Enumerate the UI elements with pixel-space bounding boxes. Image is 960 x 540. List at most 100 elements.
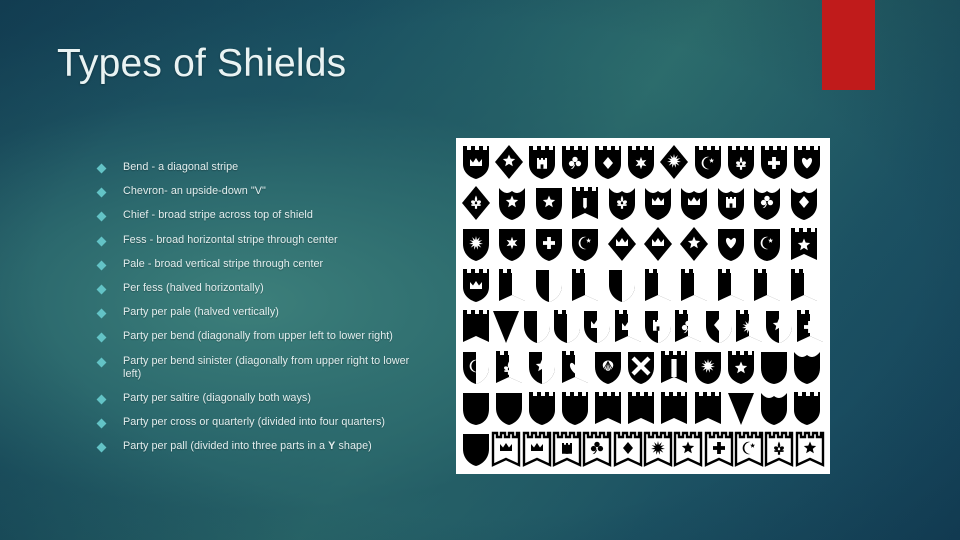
shield-row — [461, 308, 825, 347]
shield-cell — [795, 431, 825, 468]
shield-cell — [552, 308, 582, 345]
diamond-bullet-icon — [96, 418, 107, 429]
bullet-item: Pale - broad vertical stripe through cen… — [94, 258, 430, 271]
shield-silhouette — [793, 392, 820, 425]
bullet-text: Per fess (halved horizontally) — [123, 282, 264, 295]
shield-silhouette — [790, 188, 817, 220]
shield-silhouette — [643, 227, 672, 261]
shield-silhouette — [613, 431, 642, 467]
bullet-item: Chief - broad stripe across top of shiel… — [94, 209, 430, 222]
shield-silhouette — [562, 146, 589, 179]
shield-silhouette — [572, 269, 599, 301]
shield-silhouette — [661, 351, 688, 383]
shield-silhouette — [681, 269, 708, 301]
shield-silhouette — [535, 229, 562, 261]
shield-cell — [716, 267, 752, 304]
bullet-text: Chief - broad stripe across top of shiel… — [123, 209, 313, 222]
shield-cell — [582, 431, 612, 468]
shield-silhouette — [572, 187, 599, 219]
shield-cell — [494, 349, 527, 386]
shield-cell — [693, 349, 726, 386]
bullet-item: Fess - broad horizontal stripe through c… — [94, 234, 430, 247]
shield-silhouette — [754, 229, 781, 261]
shield-silhouette — [595, 392, 622, 424]
shield-silhouette — [463, 310, 489, 342]
diamond-bullet-icon — [96, 236, 107, 247]
shield-silhouette — [734, 431, 764, 467]
shield-cell — [626, 349, 659, 386]
shield-silhouette — [562, 351, 589, 383]
shield-cell — [752, 185, 788, 222]
shield-cell — [527, 144, 560, 181]
shield-silhouette — [717, 269, 744, 301]
shield-silhouette — [522, 431, 551, 467]
shield-silhouette — [661, 392, 688, 424]
shield-silhouette — [572, 229, 599, 261]
shield-silhouette — [796, 310, 823, 342]
shield-silhouette — [608, 188, 635, 220]
shield-silhouette — [674, 431, 703, 467]
shield-silhouette — [628, 392, 655, 424]
shield-cell — [570, 226, 606, 263]
shield-cell — [734, 431, 764, 468]
bullet-item: Party per bend (diagonally from upper le… — [94, 330, 430, 343]
shield-cell — [461, 390, 494, 427]
shield-silhouette — [795, 431, 824, 467]
shield-cell — [752, 226, 788, 263]
shield-cell — [626, 390, 659, 427]
shield-cell — [461, 226, 497, 263]
shield-cell — [792, 349, 825, 386]
shield-cell — [726, 390, 759, 427]
shield-silhouette — [499, 269, 526, 301]
shield-cell — [673, 431, 703, 468]
shield-cell — [679, 267, 715, 304]
shield-silhouette — [553, 310, 580, 343]
shield-cell — [759, 390, 792, 427]
shield-silhouette — [463, 393, 489, 425]
shield-cell — [716, 185, 752, 222]
shield-cell — [795, 308, 825, 345]
shield-silhouette — [462, 186, 490, 220]
bullet-text: Party per bend sinister (diagonally from… — [123, 354, 410, 380]
shield-silhouette — [529, 146, 556, 179]
shield-silhouette — [595, 146, 622, 179]
shield-cell — [693, 144, 726, 181]
shield-cell — [759, 144, 792, 181]
shield-silhouette — [584, 311, 611, 343]
bullet-text: Party per cross or quarterly (divided in… — [123, 416, 386, 429]
shield-cell — [643, 308, 673, 345]
shield-cell — [716, 226, 752, 263]
shield-silhouette — [727, 393, 754, 425]
shield-silhouette — [694, 146, 721, 179]
shield-silhouette — [595, 352, 622, 384]
diamond-bullet-icon — [96, 394, 107, 405]
shield-silhouettes-image — [456, 138, 830, 474]
shield-cell — [679, 185, 715, 222]
shield-row — [461, 349, 825, 388]
bullet-item: Party per cross or quarterly (divided in… — [94, 416, 430, 429]
shield-cell — [643, 431, 673, 468]
bullet-item: Party per saltire (diagonally both ways) — [94, 392, 430, 405]
shield-cell — [607, 226, 643, 263]
shield-silhouette — [705, 311, 732, 343]
diamond-bullet-icon — [96, 332, 107, 343]
shield-cell — [461, 349, 494, 386]
shield-cell — [570, 185, 606, 222]
shield-cell — [494, 144, 527, 181]
shield-cell — [497, 267, 533, 304]
shield-silhouette — [529, 352, 556, 384]
shield-silhouette — [717, 229, 744, 261]
shield-cell — [522, 431, 552, 468]
shield-silhouette — [529, 392, 556, 425]
bullet-item: Bend - a diagonal stripe — [94, 161, 430, 174]
shield-silhouette — [607, 227, 636, 261]
shield-silhouette — [681, 188, 708, 220]
shield-silhouette — [535, 270, 562, 302]
red-accent-bar — [822, 0, 875, 90]
shield-silhouette — [760, 352, 787, 384]
shield-cell — [461, 431, 491, 468]
diamond-bullet-icon — [96, 260, 107, 271]
shield-silhouette — [499, 188, 526, 220]
diamond-bullet-icon — [96, 357, 107, 368]
shield-cell — [659, 390, 692, 427]
